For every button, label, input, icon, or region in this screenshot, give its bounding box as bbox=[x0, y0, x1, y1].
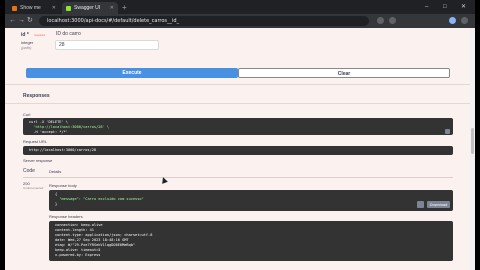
address-row: ← → ↻ localhost:3000/api-docs/#/default/… bbox=[5, 14, 475, 28]
swagger-favicon-icon bbox=[66, 5, 71, 11]
clear-button[interactable]: Clear bbox=[238, 68, 450, 78]
curl-label: Curl bbox=[23, 112, 31, 117]
tab-title: Swagger UI bbox=[74, 5, 101, 11]
response-headers-block: connection: keep-alive content-length: 41… bbox=[49, 221, 453, 261]
curl-code-block: curl -X 'DELETE' \ 'http://localhost:300… bbox=[23, 118, 453, 135]
details-column-header: Details bbox=[49, 169, 62, 174]
server-response-label: Server response bbox=[23, 158, 53, 163]
forward-arrow-icon[interactable]: → bbox=[18, 17, 25, 25]
profile-avatar[interactable] bbox=[449, 17, 456, 24]
maximize-button[interactable]: □ bbox=[443, 3, 447, 11]
tab-strip: Show me ✕ Swagger UI ✕ + – □ ✕ bbox=[5, 0, 475, 14]
tab-show-me[interactable]: Show me ✕ bbox=[8, 2, 60, 14]
minimize-button[interactable]: – bbox=[425, 3, 428, 11]
undocumented-note: Undocumented bbox=[23, 186, 44, 190]
back-arrow-icon[interactable]: ← bbox=[9, 17, 16, 25]
download-button[interactable]: Download bbox=[427, 201, 450, 208]
close-window-button[interactable]: ✕ bbox=[461, 3, 466, 11]
response-headers-label: Response headers bbox=[49, 214, 83, 219]
divider bbox=[5, 84, 470, 85]
tab-title: Show me bbox=[20, 5, 41, 11]
copy-icon[interactable] bbox=[445, 129, 450, 134]
response-body-block: { "message": "Carro excluído com sucesso… bbox=[49, 190, 453, 211]
reload-icon[interactable]: ↻ bbox=[27, 17, 33, 25]
copy-icon[interactable] bbox=[417, 201, 424, 208]
address-bar[interactable]: localhost:3000/api-docs/#/default/delete… bbox=[39, 16, 369, 26]
scrollbar-thumb[interactable] bbox=[471, 128, 474, 154]
param-description: ID do carro bbox=[56, 31, 81, 37]
param-name: id * bbox=[21, 32, 29, 38]
divider bbox=[5, 103, 470, 104]
extension-icon[interactable] bbox=[377, 17, 384, 24]
response-body-label: Response body bbox=[49, 183, 77, 188]
id-input[interactable]: 28 bbox=[55, 40, 159, 50]
request-url-label: Request URL bbox=[23, 139, 48, 144]
menu-icon[interactable] bbox=[461, 17, 468, 24]
divider bbox=[23, 177, 453, 178]
close-tab-icon[interactable]: ✕ bbox=[52, 5, 56, 11]
param-location: (path) bbox=[21, 45, 32, 50]
header-line: x-powered-by: Express bbox=[55, 253, 101, 257]
tab-favicon-icon bbox=[12, 5, 17, 11]
close-tab-icon[interactable]: ✕ bbox=[110, 5, 114, 11]
param-required-note: required bbox=[34, 33, 46, 37]
scrollbar[interactable] bbox=[470, 28, 475, 270]
new-tab-button[interactable]: + bbox=[122, 3, 127, 12]
code-line: -H 'accept: */*' bbox=[29, 130, 68, 134]
responses-heading: Responses bbox=[23, 93, 50, 99]
code-line: } bbox=[55, 202, 58, 206]
bookmark-icon[interactable] bbox=[389, 17, 396, 24]
execute-button[interactable]: Execute bbox=[26, 68, 238, 78]
code-column-header: Code bbox=[23, 168, 35, 174]
browser-window: Show me ✕ Swagger UI ✕ + – □ ✕ ← → ↻ loc… bbox=[5, 0, 475, 270]
request-url-block: http://localhost:3000/carros/28 bbox=[23, 146, 453, 155]
tab-swagger-ui[interactable]: Swagger UI ✕ bbox=[62, 2, 118, 14]
swagger-page: id * required integer (path) ID do carro… bbox=[5, 28, 475, 270]
